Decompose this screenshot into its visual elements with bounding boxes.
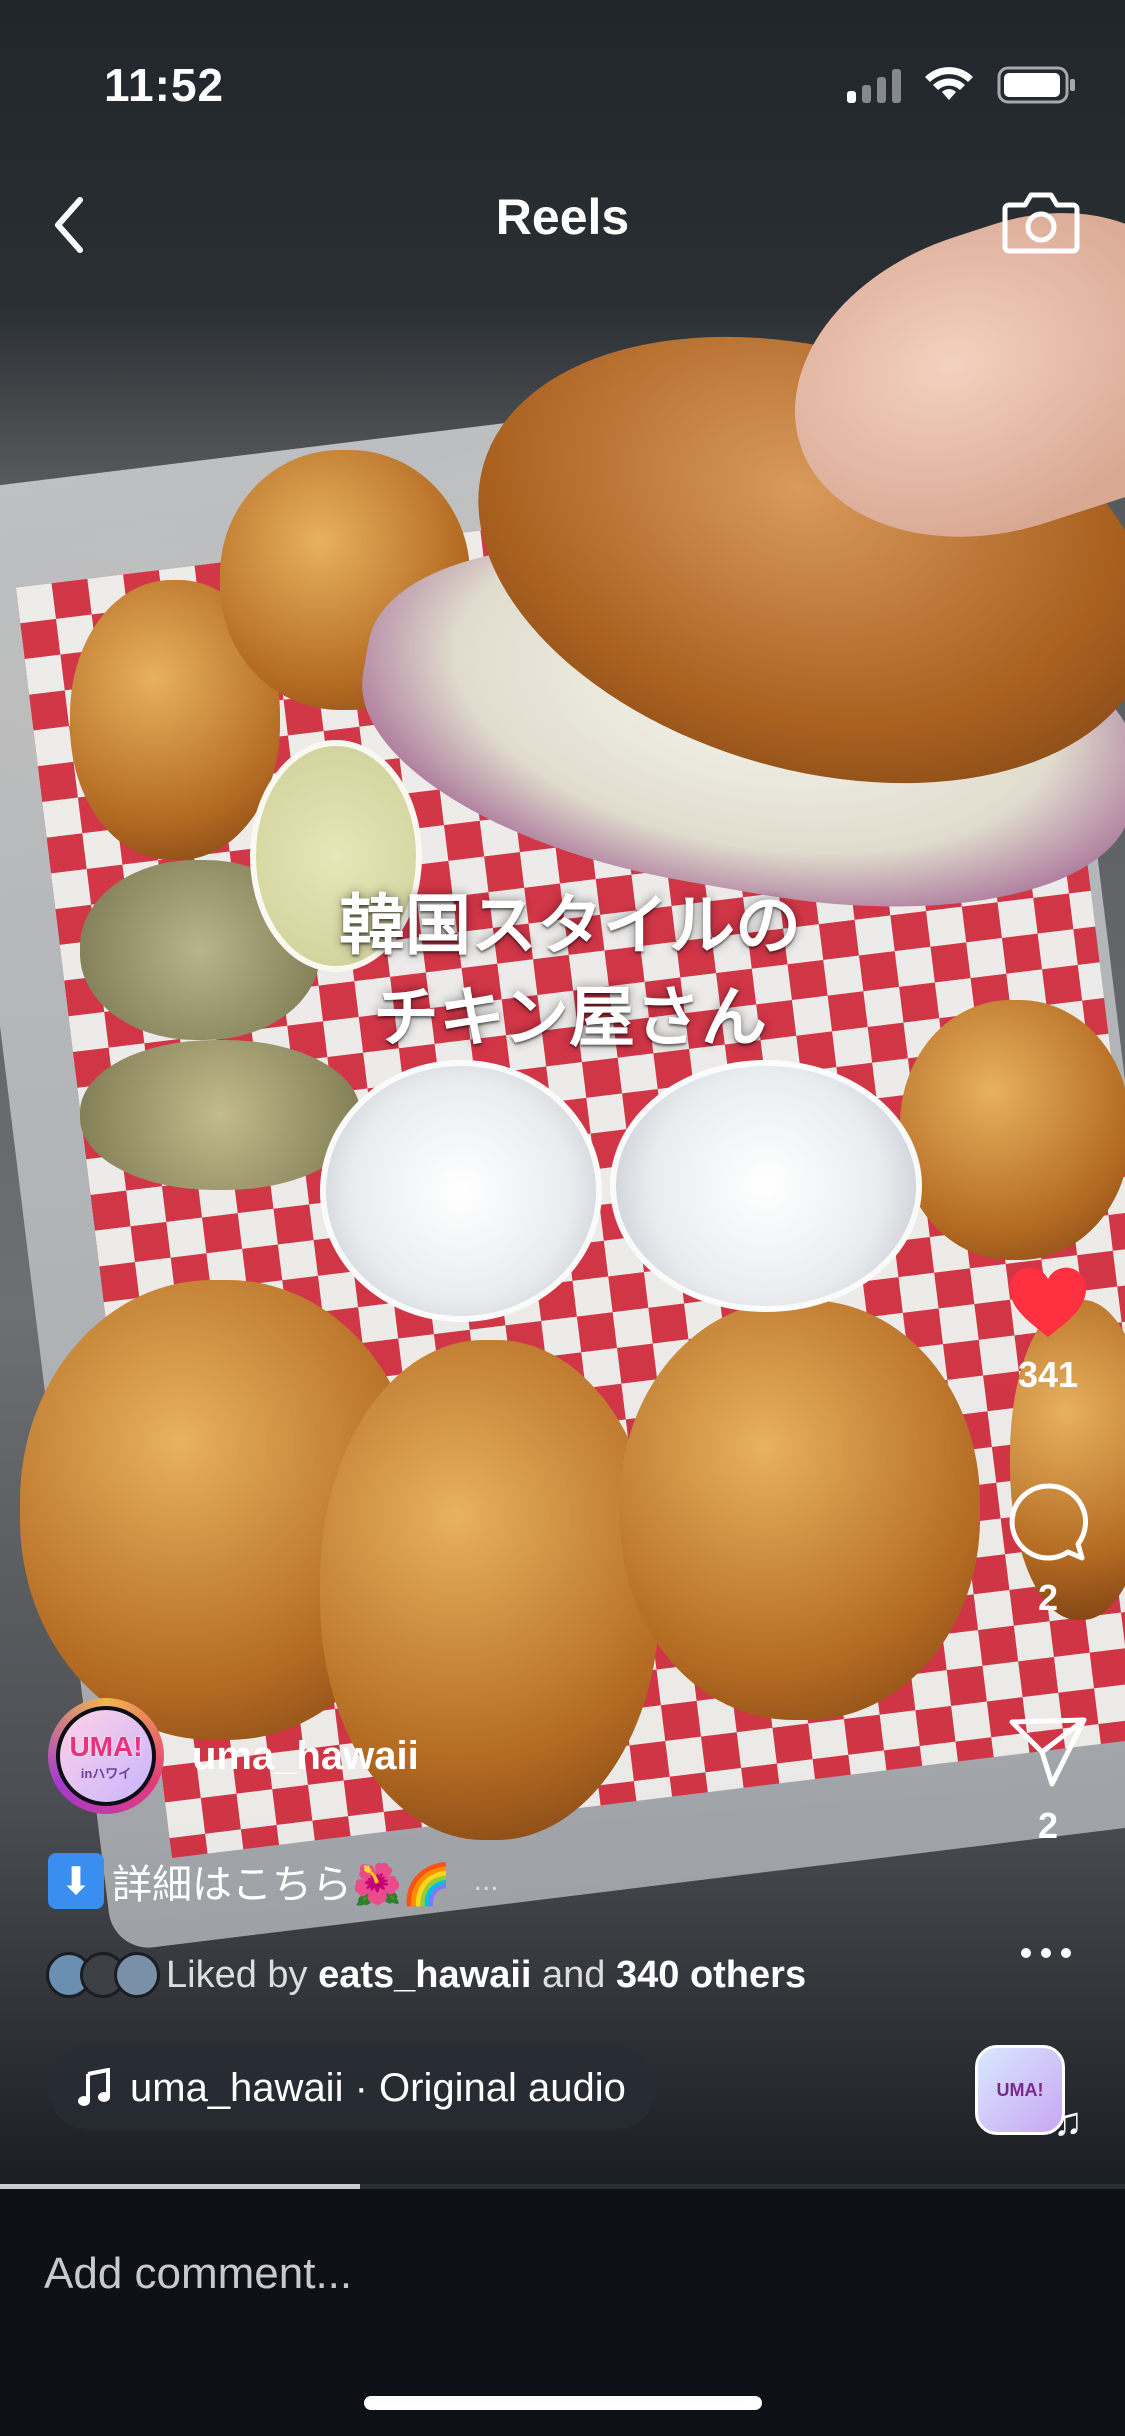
liked-user[interactable]: eats_hawaii — [318, 1954, 531, 1997]
heart-filled-icon — [1009, 1267, 1087, 1337]
audio-thumbnail[interactable]: UMA! — [975, 2045, 1065, 2135]
music-note-icon — [78, 2068, 110, 2106]
audio-thumb-label: UMA! — [996, 2080, 1044, 2100]
paper-plane-icon — [1009, 1717, 1087, 1787]
page-title: Reels — [495, 189, 630, 245]
video-fried-chicken — [620, 1300, 980, 1720]
more-dots-icon — [1021, 1948, 1031, 1958]
liked-prefix: Liked by — [166, 1953, 308, 1996]
battery-icon — [997, 66, 1075, 104]
caption[interactable]: ⬇ 詳細はこちら🌺🌈 ... — [48, 1852, 499, 1910]
share-count: 2 — [1037, 1805, 1059, 1846]
username-link[interactable]: uma_hawaii — [192, 1734, 419, 1779]
avatar-text: UMA! — [69, 1730, 143, 1762]
liked-by[interactable]: Liked by eats_hawaii and 340 others — [46, 1952, 806, 1998]
home-indicator — [364, 2396, 762, 2410]
caption-more[interactable]: ... — [474, 1864, 499, 1898]
overlay-line-1: 韓国スタイルの — [339, 887, 801, 964]
camera-button[interactable] — [1001, 185, 1081, 257]
avatar-subtext: inハワイ — [80, 1765, 132, 1781]
video-pickle-cup — [320, 1060, 602, 1322]
liked-avatars — [46, 1952, 160, 1998]
overlay-line-2: チキン屋さん — [372, 979, 768, 1056]
share-button[interactable]: 2 — [993, 1712, 1103, 1847]
comment-button[interactable]: 2 — [993, 1480, 1103, 1619]
down-arrow-emoji-icon: ⬇ — [48, 1853, 104, 1909]
video-fried-chicken — [900, 1000, 1125, 1260]
liked-and: and — [542, 1953, 606, 1996]
comment-count: 2 — [1037, 1577, 1059, 1618]
audio-link[interactable]: uma_hawaii · Original audio — [48, 2046, 656, 2130]
comment-input[interactable]: Add comment... — [44, 2249, 352, 2299]
comment-bar: Add comment... — [0, 2189, 1125, 2436]
avatar-image: UMA! inハワイ — [56, 1706, 156, 1806]
wifi-icon — [925, 67, 973, 100]
more-options-button[interactable] — [1011, 1938, 1081, 1968]
like-button[interactable]: 341 — [993, 1265, 1103, 1396]
video-pickle-cup — [610, 1060, 922, 1312]
liked-others[interactable]: 340 others — [616, 1954, 806, 1997]
caption-text: 詳細はこちら🌺🌈 — [112, 1863, 452, 1907]
comment-bubble-icon — [1009, 1483, 1089, 1561]
status-time: 11:52 — [104, 59, 225, 111]
like-count: 341 — [1017, 1354, 1079, 1395]
audio-label: uma_hawaii · Original audio — [130, 2065, 626, 2110]
avatar[interactable]: UMA! inハワイ — [48, 1698, 164, 1814]
music-note-icon: ♫ — [1053, 2100, 1083, 2144]
status-icons — [847, 66, 1077, 104]
video-overlay-text: 韓国スタイルの チキン屋さん — [310, 880, 830, 1064]
cellular-signal-icon — [847, 67, 901, 103]
